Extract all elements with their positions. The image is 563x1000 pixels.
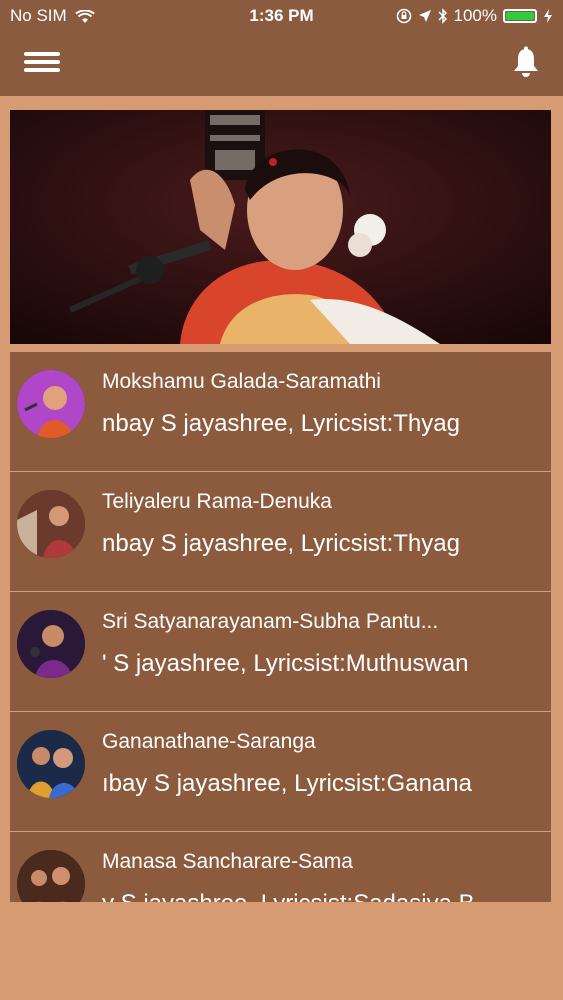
rotation-lock-icon <box>396 8 411 24</box>
song-row[interactable]: Mokshamu Galada-Saramathi nbay S jayashr… <box>10 352 551 472</box>
song-subtitle-marquee: ' S jayashree, Lyricsist:Muthuswan <box>102 650 488 684</box>
song-list: Mokshamu Galada-Saramathi nbay S jayashr… <box>10 352 551 902</box>
battery-icon <box>503 9 537 23</box>
song-title: Teliyaleru Rama-Denuka <box>102 490 332 513</box>
notifications-button[interactable] <box>511 46 541 80</box>
song-subtitle: nbay S jayashree, Lyricsist:Thyag <box>102 530 460 557</box>
status-right: 100% <box>396 6 553 26</box>
song-row[interactable]: Sri Satyanarayanam-Subha Pantu... ' S ja… <box>10 592 551 712</box>
singer-photo <box>10 110 551 344</box>
charging-icon <box>544 9 552 23</box>
battery-percent: 100% <box>453 6 497 25</box>
location-icon <box>418 10 431 22</box>
song-subtitle: nbay S jayashree, Lyricsist:Thyag <box>102 410 460 437</box>
song-subtitle-marquee: ıbay S jayashree, Lyricsist:Ganana <box>102 770 488 804</box>
song-title: Mokshamu Galada-Saramathi <box>102 370 381 393</box>
song-subtitle-marquee: y S jayashree, Lyricsist:Sadasiva B <box>102 890 488 902</box>
song-thumbnail <box>17 730 85 798</box>
song-row[interactable]: Manasa Sancharare-Sama y S jayashree, Ly… <box>10 832 551 902</box>
song-thumbnail <box>17 370 85 438</box>
song-thumbnail <box>17 490 85 558</box>
banner-image <box>10 110 551 344</box>
bluetooth-icon <box>437 8 447 24</box>
status-bar: No SIM 1:36 PM 100% <box>0 0 563 32</box>
song-subtitle-marquee: nbay S jayashree, Lyricsist:Thyag <box>102 410 488 444</box>
song-thumbnail <box>17 850 85 902</box>
menu-button[interactable] <box>24 50 62 78</box>
song-thumbnail <box>17 610 85 678</box>
song-row[interactable]: Gananathane-Saranga ıbay S jayashree, Ly… <box>10 712 551 832</box>
song-subtitle: ' S jayashree, Lyricsist:Muthuswan <box>102 650 469 677</box>
song-row[interactable]: Teliyaleru Rama-Denuka nbay S jayashree,… <box>10 472 551 592</box>
song-title: Manasa Sancharare-Sama <box>102 850 353 873</box>
song-subtitle: ıbay S jayashree, Lyricsist:Ganana <box>102 770 472 797</box>
nav-bar <box>0 32 563 96</box>
bell-icon <box>514 46 538 77</box>
song-subtitle: y S jayashree, Lyricsist:Sadasiva B <box>102 890 475 902</box>
song-subtitle-marquee: nbay S jayashree, Lyricsist:Thyag <box>102 530 488 564</box>
song-title: Gananathane-Saranga <box>102 730 316 753</box>
song-title: Sri Satyanarayanam-Subha Pantu... <box>102 610 439 633</box>
